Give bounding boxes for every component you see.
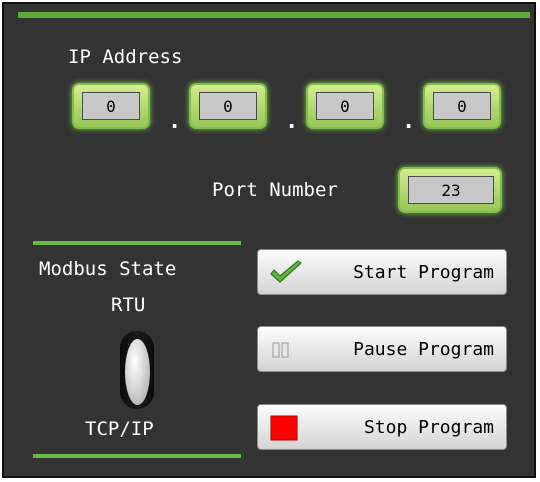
pause-program-button[interactable]: Pause Program [257,326,507,372]
ip-octet-2-frame [189,83,267,129]
stop-square-icon [270,415,298,446]
ip-address-label: IP Address [68,46,183,68]
ip-separator-2: . [285,109,299,134]
port-number-label: Port Number [212,179,338,201]
modbus-option-tcpip: TCP/IP [85,418,154,440]
stop-program-button[interactable]: Stop Program [257,404,507,450]
ip-octet-2-input[interactable] [199,92,257,120]
ip-separator-3: . [402,109,416,134]
ip-octet-1-input[interactable] [82,92,140,120]
modbus-option-rtu: RTU [111,294,146,316]
toggle-knob[interactable] [125,339,150,405]
top-accent-bar [18,12,530,18]
pause-program-label: Pause Program [353,339,494,360]
checkmark-icon [268,260,304,291]
ip-separator-1: . [168,109,182,134]
modbus-bottom-divider [33,454,241,458]
start-program-label: Start Program [353,262,494,283]
ip-octet-3-input[interactable] [316,92,374,120]
port-number-frame [398,167,502,213]
ip-octet-3-frame [306,83,384,129]
ip-octet-4-input[interactable] [433,92,491,120]
ip-octet-1-frame [72,83,150,129]
pause-icon [272,342,290,363]
control-panel: IP Address . . . Port Number Modbus Stat… [2,2,536,478]
stop-program-label: Stop Program [363,417,494,438]
modbus-state-label: Modbus State [39,258,177,280]
port-number-input[interactable] [408,176,494,204]
modbus-top-divider [33,241,241,245]
start-program-button[interactable]: Start Program [257,249,507,295]
ip-octet-4-frame [423,83,501,129]
